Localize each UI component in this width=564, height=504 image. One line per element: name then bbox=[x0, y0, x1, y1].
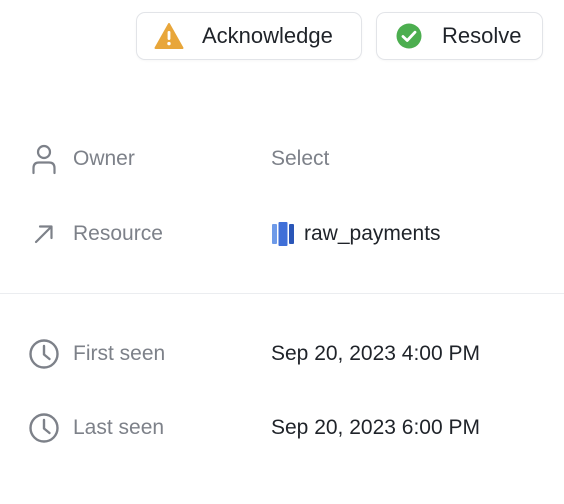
action-bar: Acknowledge Resolve bbox=[136, 12, 543, 60]
owner-row: Owner Select bbox=[0, 139, 564, 179]
owner-label: Owner bbox=[73, 147, 135, 170]
section-divider bbox=[0, 293, 564, 294]
resource-row: Resource raw_payments bbox=[0, 214, 564, 254]
first-seen-label: First seen bbox=[73, 342, 166, 365]
clock-icon bbox=[28, 338, 60, 370]
resolve-button[interactable]: Resolve bbox=[376, 12, 543, 60]
user-icon bbox=[28, 143, 60, 175]
arrow-up-right-icon bbox=[28, 218, 60, 250]
last-seen-row: Last seen Sep 20, 2023 6:00 PM bbox=[0, 408, 564, 448]
check-circle-icon bbox=[394, 21, 424, 51]
resource-value: raw_payments bbox=[304, 222, 441, 245]
resource-label: Resource bbox=[73, 222, 163, 245]
database-table-icon bbox=[271, 221, 295, 247]
owner-select[interactable]: Select bbox=[271, 147, 329, 171]
first-seen-value: Sep 20, 2023 4:00 PM bbox=[271, 342, 480, 365]
last-seen-label: Last seen bbox=[73, 416, 165, 439]
first-seen-row: First seen Sep 20, 2023 4:00 PM bbox=[0, 334, 564, 374]
clock-icon bbox=[28, 412, 60, 444]
acknowledge-label: Acknowledge bbox=[202, 23, 333, 48]
resolve-label: Resolve bbox=[442, 23, 522, 48]
incident-detail-panel: Acknowledge Resolve Owner Select Resourc… bbox=[0, 0, 564, 504]
acknowledge-button[interactable]: Acknowledge bbox=[136, 12, 362, 60]
resource-link[interactable]: raw_payments bbox=[271, 221, 441, 247]
warning-icon bbox=[154, 21, 184, 51]
last-seen-value: Sep 20, 2023 6:00 PM bbox=[271, 416, 480, 439]
